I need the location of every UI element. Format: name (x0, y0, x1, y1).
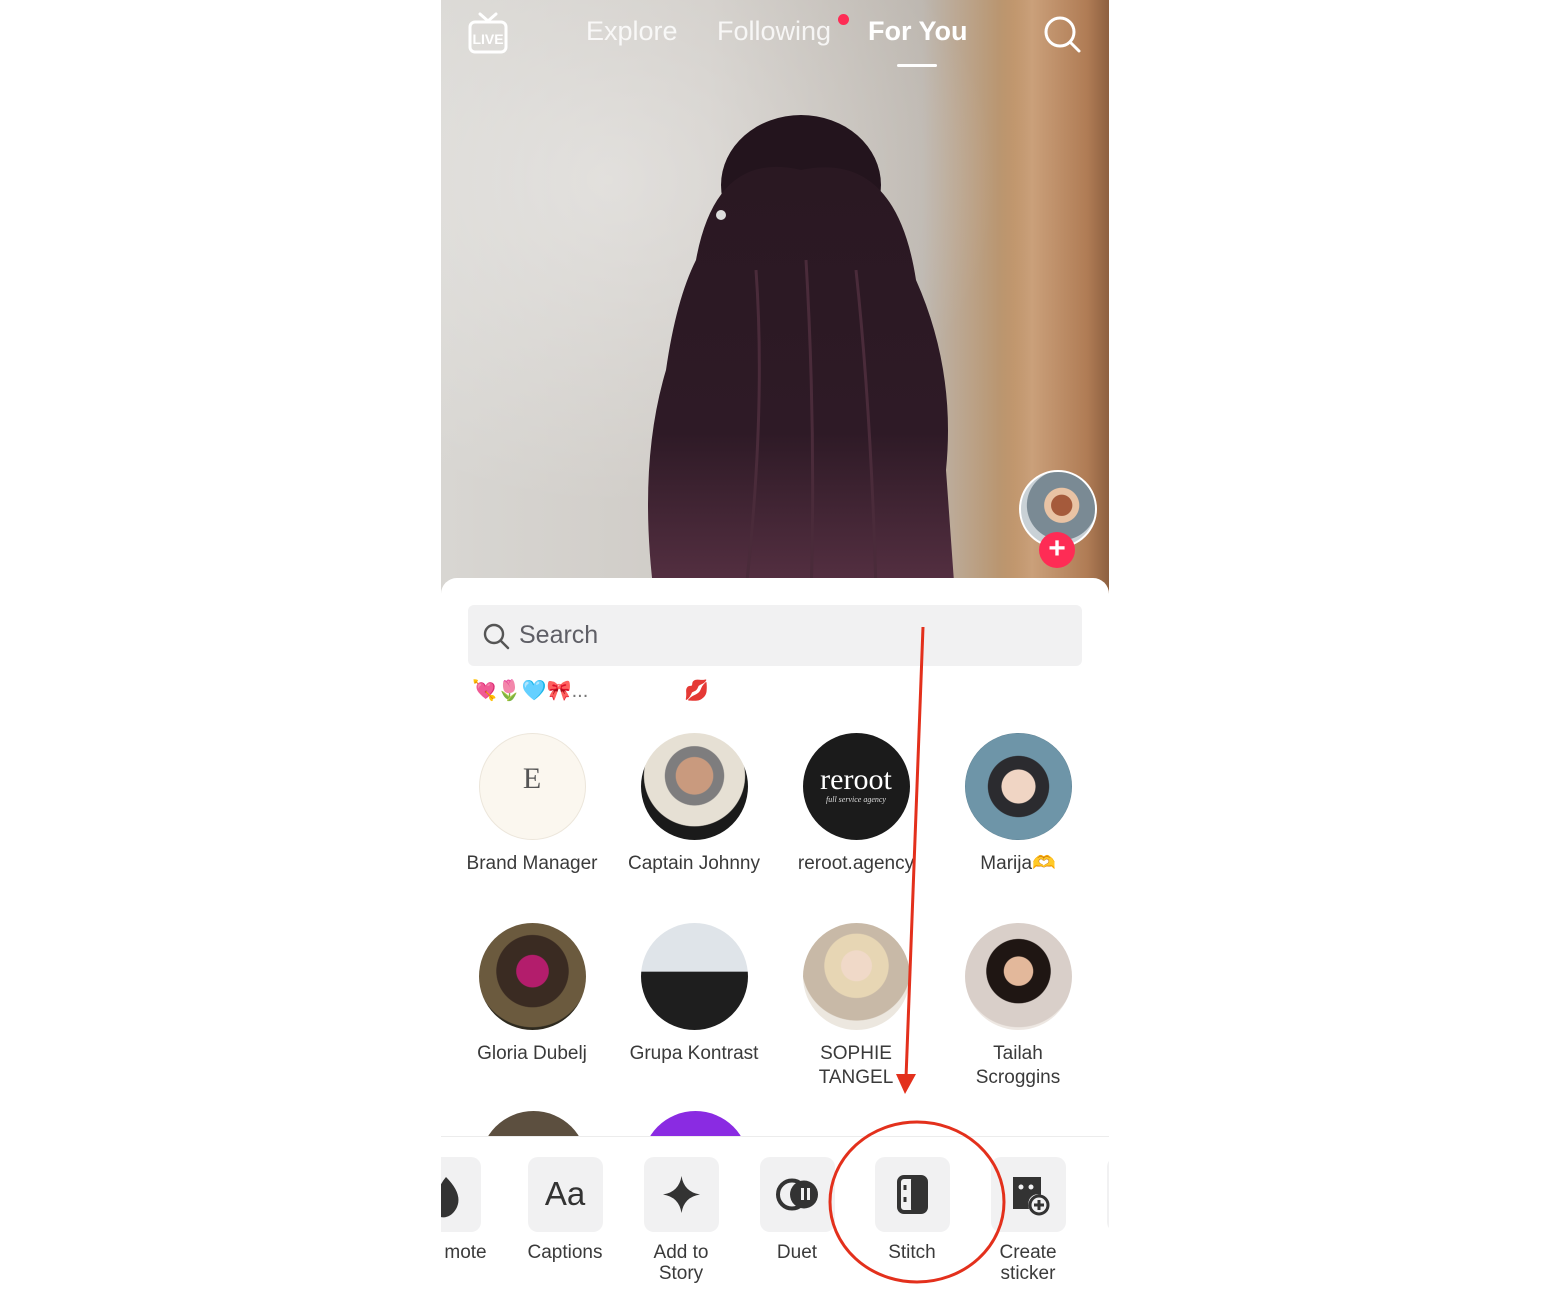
annotation-arrowhead (896, 1074, 916, 1094)
phone-screen: LIVE Explore Following For You + Search … (441, 0, 1109, 1309)
annotation-arrow-line (904, 626, 925, 1079)
annotation-circle (828, 1120, 1006, 1284)
annotation-overlay (828, 626, 1006, 1284)
